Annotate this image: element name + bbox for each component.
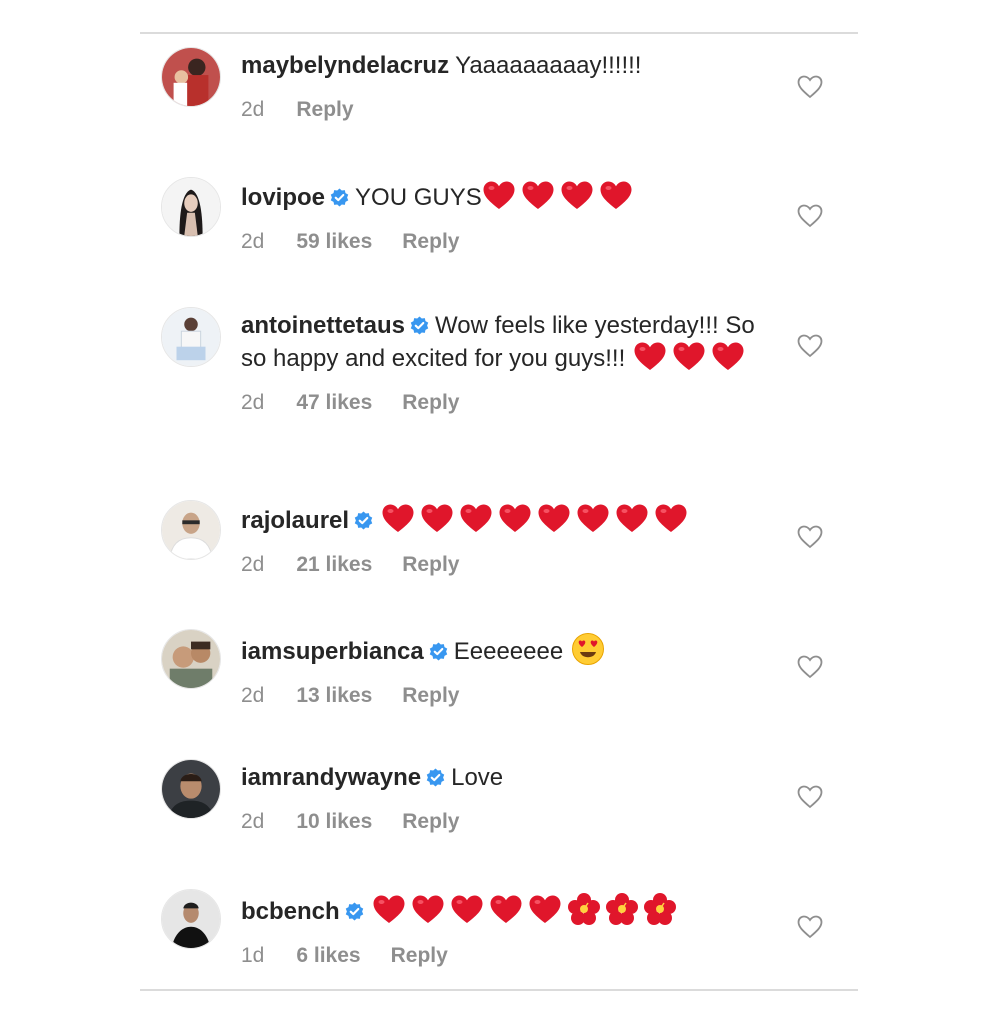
avatar[interactable] [161,500,221,560]
red-heart-emoji-icon [654,503,688,534]
heart-outline-icon[interactable] [797,785,823,809]
heart-emoji-row [633,342,750,372]
heart-outline-icon[interactable] [797,75,823,99]
reply-button[interactable]: Reply [391,944,448,967]
bottom-divider [140,989,858,991]
comment-time: 2d [241,810,265,833]
comment-time: 2d [241,98,265,121]
comment-username[interactable]: bcbench [241,898,340,925]
verified-badge-icon [429,642,448,661]
red-heart-emoji-icon [498,503,532,534]
hibiscus-emoji-icon [567,892,601,926]
likes-count[interactable]: 6 likes [296,944,360,967]
comment-username[interactable]: iamrandywayne [241,764,421,791]
comment-time: 2d [241,391,265,414]
heart-eyes-emoji-icon [571,632,605,666]
flower-emoji-row [567,893,681,925]
red-heart-emoji-icon [420,503,454,534]
red-heart-emoji-icon [521,180,555,211]
heart-emoji-row [482,181,638,211]
reply-button[interactable]: Reply [402,391,459,414]
red-heart-emoji-icon [482,180,516,211]
avatar[interactable] [161,759,221,819]
comment-text: YOU GUYS [355,184,482,211]
heart-outline-icon[interactable] [797,204,823,228]
red-heart-emoji-icon [537,503,571,534]
comment-time: 2d [241,230,265,253]
red-heart-emoji-icon [615,503,649,534]
red-heart-emoji-icon [489,894,523,925]
red-heart-emoji-icon [528,894,562,925]
red-heart-emoji-icon [576,503,610,534]
heart-outline-icon[interactable] [797,334,823,358]
comment-time: 2d [241,553,265,576]
red-heart-emoji-icon [599,180,633,211]
avatar[interactable] [161,889,221,949]
comment-username[interactable]: antoinettetaus [241,312,405,339]
heart-emoji-row [381,504,693,534]
red-heart-emoji-icon [633,341,667,372]
verified-badge-icon [410,316,429,335]
comment-text: Eeeeeeee [453,638,564,665]
hibiscus-emoji-icon [643,892,677,926]
top-divider [140,32,858,34]
red-heart-emoji-icon [450,894,484,925]
likes-count[interactable]: 47 likes [296,391,372,414]
verified-badge-icon [330,188,349,207]
comment-text: Yaaaaaaaaay!!!!!! [455,52,642,79]
comment-username[interactable]: lovipoe [241,184,325,211]
heart-outline-icon[interactable] [797,915,823,939]
heart-emoji-row [372,895,567,925]
reply-button[interactable]: Reply [402,810,459,833]
comment-time: 2d [241,684,265,707]
avatar[interactable] [161,177,221,237]
hibiscus-emoji-icon [605,892,639,926]
comment-username[interactable]: iamsuperbianca [241,638,424,665]
avatar[interactable] [161,47,221,107]
likes-count[interactable]: 59 likes [296,230,372,253]
heart-outline-icon[interactable] [797,655,823,679]
comment-text: Love [451,764,504,791]
comment-username[interactable]: maybelyndelacruz [241,52,449,79]
likes-count[interactable]: 10 likes [296,810,372,833]
comment-time: 1d [241,944,265,967]
reply-button[interactable]: Reply [402,684,459,707]
avatar[interactable] [161,307,221,367]
red-heart-emoji-icon [411,894,445,925]
reply-button[interactable]: Reply [402,230,459,253]
likes-count[interactable]: 21 likes [296,553,372,576]
red-heart-emoji-icon [459,503,493,534]
avatar[interactable] [161,629,221,689]
red-heart-emoji-icon [711,341,745,372]
verified-badge-icon [426,768,445,787]
red-heart-emoji-icon [672,341,706,372]
reply-button[interactable]: Reply [296,98,353,121]
reply-button[interactable]: Reply [402,553,459,576]
verified-badge-icon [345,902,364,921]
comment-username[interactable]: rajolaurel [241,507,349,534]
verified-badge-icon [354,511,373,530]
red-heart-emoji-icon [560,180,594,211]
red-heart-emoji-icon [372,894,406,925]
red-heart-emoji-icon [381,503,415,534]
heart-outline-icon[interactable] [797,525,823,549]
likes-count[interactable]: 13 likes [296,684,372,707]
